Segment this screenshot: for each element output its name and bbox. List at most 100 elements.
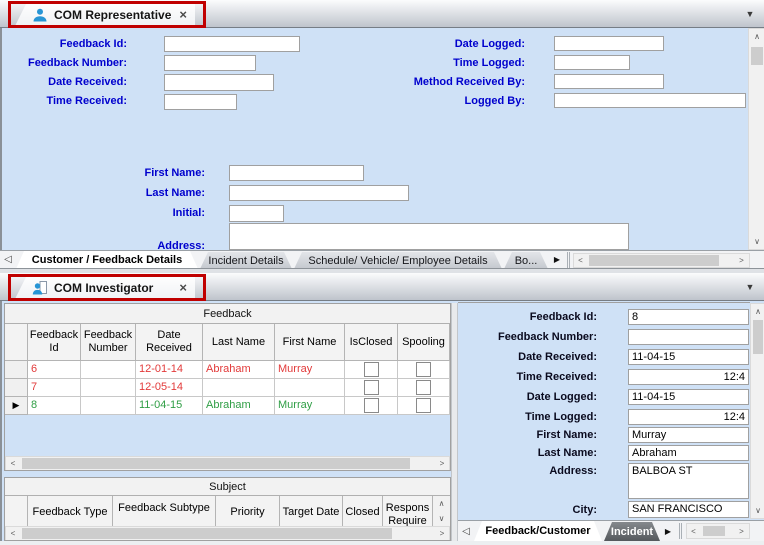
current-row-marker-icon: ▶	[12, 400, 20, 410]
row-selector[interactable]	[5, 379, 28, 397]
logged-by-field[interactable]	[554, 93, 746, 108]
detail-feedback-id-field[interactable]: 8	[628, 309, 749, 325]
method-received-by-field[interactable]	[554, 74, 664, 89]
row-selector[interactable]	[5, 361, 28, 379]
column-header-last-name[interactable]: Last Name	[203, 324, 275, 361]
detail-feedback-number-field[interactable]	[628, 329, 749, 345]
detail-first-name-field[interactable]: Murray	[628, 427, 749, 443]
scrollbar-thumb[interactable]	[22, 528, 392, 539]
subtab-truncated[interactable]: Bo...	[504, 252, 548, 269]
scroll-left-icon[interactable]: <	[687, 524, 700, 538]
strip-separator	[567, 252, 570, 268]
subtab-customer-feedback-details[interactable]: Customer / Feedback Details	[16, 251, 198, 269]
grid-cell-date-received[interactable]: 12-01-14	[136, 361, 203, 379]
column-header-feedback-number[interactable]: Feedback Number	[81, 324, 136, 361]
column-header-isclosed[interactable]: IsClosed	[345, 324, 398, 361]
detail-last-name-field[interactable]: Abraham	[628, 445, 749, 461]
grid-cell-date-received[interactable]: 12-05-14	[136, 379, 203, 397]
detail-address-field[interactable]: BALBOA ST	[628, 463, 749, 499]
last-name-field[interactable]	[229, 185, 409, 201]
scroll-up-icon[interactable]: ∧	[433, 496, 450, 511]
scroll-left-icon[interactable]: <	[6, 457, 20, 470]
close-icon[interactable]: ×	[179, 281, 187, 294]
scroll-right-icon[interactable]: >	[735, 254, 748, 267]
spooling-checkbox[interactable]	[416, 380, 431, 395]
grid-cell-feedback-id[interactable]: 7	[28, 379, 81, 397]
spooling-checkbox[interactable]	[416, 398, 431, 413]
grid-cell-first-name[interactable]: Murray	[275, 397, 345, 415]
detail-time-logged-field[interactable]: 12:4	[628, 409, 749, 425]
scroll-left-icon[interactable]: <	[574, 254, 587, 267]
chevron-down-icon[interactable]: ▼	[742, 281, 758, 293]
tab-com-investigator[interactable]: COM Investigator ×	[14, 275, 195, 301]
column-header-date-received[interactable]: Date Received	[136, 324, 203, 361]
scrollbar-thumb[interactable]	[22, 458, 410, 469]
feedback-number-field[interactable]	[164, 55, 256, 71]
scroll-down-icon[interactable]: ∨	[751, 503, 764, 517]
row-selector-header	[5, 324, 28, 361]
detail-date-logged-field[interactable]: 11-04-15	[628, 389, 749, 405]
scroll-right-icon[interactable]: >	[435, 527, 449, 540]
scroll-right-icon[interactable]: >	[435, 457, 449, 470]
isclosed-checkbox[interactable]	[363, 362, 379, 377]
tab-scroll-right-icon[interactable]: ▶	[550, 253, 564, 267]
column-header-response-required[interactable]: Respons Require	[383, 496, 433, 530]
column-header-feedback-id[interactable]: Feedback Id	[28, 324, 81, 361]
spooling-checkbox[interactable]	[416, 362, 431, 377]
scrollbar-thumb[interactable]	[703, 526, 725, 536]
scroll-up-icon[interactable]: ∧	[751, 304, 764, 318]
grid-cell-feedback-number[interactable]	[81, 397, 136, 415]
scrollbar-thumb[interactable]	[753, 320, 763, 354]
scroll-up-icon[interactable]: ∧	[749, 29, 764, 44]
scroll-down-icon[interactable]: ∨	[749, 234, 764, 249]
close-icon[interactable]: ×	[179, 8, 187, 21]
column-header-spooling[interactable]: Spooling	[398, 324, 450, 361]
feedback-group-header: Feedback	[5, 304, 450, 324]
initial-field[interactable]	[229, 205, 284, 222]
scrollbar-thumb[interactable]	[751, 47, 763, 65]
splitter[interactable]	[451, 303, 458, 541]
grid-cell-last-name[interactable]	[203, 379, 275, 397]
tab-scroll-left-icon[interactable]: ◁	[460, 525, 472, 539]
grid-cell-feedback-id[interactable]: 6	[28, 361, 81, 379]
subtab-feedback-customer[interactable]: Feedback/Customer	[474, 521, 602, 541]
column-header-priority[interactable]: Priority	[216, 496, 280, 530]
date-received-field[interactable]	[164, 74, 274, 91]
date-logged-field[interactable]	[554, 36, 664, 51]
column-header-target-date[interactable]: Target Date	[280, 496, 343, 530]
grid-cell-last-name[interactable]: Abraham	[203, 361, 275, 379]
row-selector-current[interactable]: ▶	[5, 397, 28, 415]
column-header-isclosed-first-name[interactable]: First Name	[275, 324, 345, 361]
column-header-feedback-type[interactable]: Feedback Type	[28, 496, 113, 530]
detail-time-received-field[interactable]: 12:4	[628, 369, 749, 385]
feedback-id-field[interactable]	[164, 36, 300, 52]
detail-date-received-field[interactable]: 11-04-15	[628, 349, 749, 365]
detail-city-field[interactable]: SAN FRANCISCO	[628, 501, 749, 518]
first-name-field[interactable]	[229, 165, 364, 181]
isclosed-checkbox[interactable]	[363, 380, 379, 395]
scroll-right-icon[interactable]: >	[735, 524, 748, 538]
subtab-schedule-vehicle-employee-details[interactable]: Schedule/ Vehicle/ Employee Details	[294, 252, 502, 269]
grid-cell-first-name[interactable]	[275, 379, 345, 397]
chevron-down-icon[interactable]: ▼	[742, 8, 758, 20]
grid-cell-last-name[interactable]: Abraham	[203, 397, 275, 415]
tab-scroll-left-icon[interactable]: ◁	[2, 253, 14, 267]
grid-cell-feedback-number[interactable]	[81, 379, 136, 397]
column-header-feedback-subtype[interactable]: Feedback Subtype	[113, 496, 216, 530]
isclosed-checkbox[interactable]	[363, 398, 379, 413]
tab-com-representative[interactable]: COM Representative ×	[14, 2, 195, 28]
time-logged-field[interactable]	[554, 55, 630, 70]
time-received-field[interactable]	[164, 94, 237, 110]
grid-cell-feedback-id[interactable]: 8	[28, 397, 81, 415]
address-field[interactable]	[229, 223, 629, 250]
grid-cell-date-received[interactable]: 11-04-15	[136, 397, 203, 415]
grid-cell-feedback-number[interactable]	[81, 361, 136, 379]
scroll-down-icon[interactable]: ∨	[433, 511, 450, 526]
grid-cell-first-name[interactable]: Murray	[275, 361, 345, 379]
subtab-incident[interactable]: Incident	[604, 522, 660, 541]
tab-scroll-right-icon[interactable]: ▶	[662, 525, 674, 539]
scroll-left-icon[interactable]: <	[6, 527, 20, 540]
subtab-incident-details[interactable]: Incident Details	[200, 252, 292, 269]
scrollbar-thumb[interactable]	[589, 255, 719, 266]
column-header-closed[interactable]: Closed	[343, 496, 383, 530]
